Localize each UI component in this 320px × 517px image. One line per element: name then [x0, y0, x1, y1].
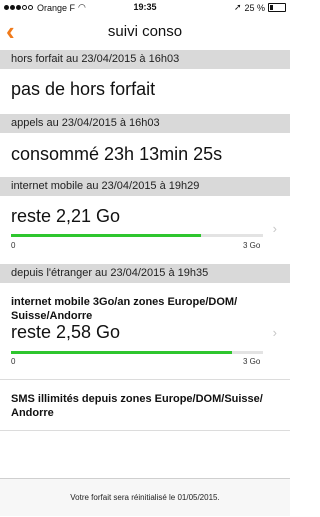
- internet-mobile-chevron-icon[interactable]: ›: [273, 222, 277, 235]
- internet-mobile-scale-max: 3 Go: [243, 241, 261, 250]
- footer: Votre forfait sera réinitialisé le 01/05…: [0, 478, 290, 516]
- section-header-hors-forfait: hors forfait au 23/04/2015 à 16h03: [0, 50, 290, 69]
- section-header-appels: appels au 23/04/2015 à 16h03: [0, 114, 290, 133]
- internet-mobile-value: reste 2,21 Go: [11, 206, 121, 226]
- battery-icon: [268, 3, 286, 12]
- etranger-internet-scale-min: 0: [11, 357, 16, 366]
- etranger-internet-chevron-icon[interactable]: ›: [273, 326, 277, 339]
- etranger-sms-label: SMS illimités depuis zones Europe/DOM/Su…: [11, 393, 263, 419]
- location-arrow-icon: ➚: [233, 2, 242, 12]
- section-header-etranger: depuis l'étranger au 23/04/2015 à 19h35: [0, 264, 290, 283]
- etranger-internet-progress-fill: [11, 351, 232, 354]
- hors-forfait-value: pas de hors forfait: [11, 79, 156, 99]
- etranger-internet-scale-max: 3 Go: [243, 357, 261, 366]
- page-title: suivi conso: [107, 23, 183, 40]
- appels-value: consommé 23h 13min 25s: [11, 144, 223, 164]
- internet-mobile-scale-min: 0: [11, 241, 16, 250]
- internet-mobile-progress-bar: [11, 234, 263, 237]
- nav-bar: ‹ suivi conso: [0, 14, 290, 50]
- etranger-internet-label: internet mobile 3Go/an zones Europe/DOM/…: [11, 296, 238, 322]
- row-divider: [0, 430, 290, 431]
- battery-percent: 25 %: [244, 2, 265, 13]
- etranger-internet-value: reste 2,58 Go: [11, 322, 121, 342]
- row-divider: [0, 379, 290, 380]
- footer-reset-text: Votre forfait sera réinitialisé le 01/05…: [70, 493, 220, 502]
- etranger-internet-progress-bar: [11, 351, 263, 354]
- status-right: ➚ 25 %: [234, 2, 286, 13]
- status-bar: Orange F ◠ 19:35 ➚ 25 %: [0, 0, 290, 14]
- section-header-internet-mobile: internet mobile au 23/04/2015 à 19h29: [0, 177, 290, 196]
- internet-mobile-progress-fill: [11, 234, 202, 237]
